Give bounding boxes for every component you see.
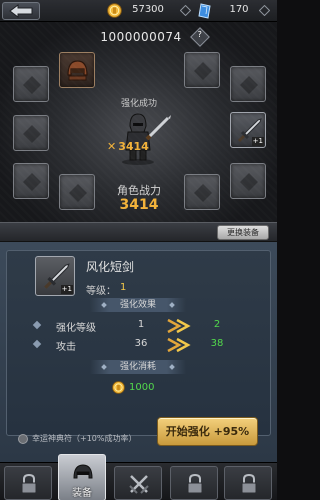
stat-old-value: 36 bbox=[134, 338, 148, 349]
empty-slot-icon bbox=[23, 76, 41, 94]
panel-header: 更换装备 bbox=[0, 222, 277, 242]
lock-icon bbox=[21, 473, 37, 494]
nav-tab-label: 装备 bbox=[72, 488, 92, 499]
empty-slot-icon bbox=[194, 184, 212, 202]
stat-row: 强化等级 1 2 bbox=[30, 318, 260, 334]
lucky-charm-checkbox[interactable] bbox=[18, 434, 28, 444]
bullet-icon bbox=[32, 320, 42, 330]
power-gain: ✕ 3414 bbox=[107, 140, 149, 153]
gem-count: 170 bbox=[229, 4, 249, 15]
equip-slot-helmet[interactable] bbox=[59, 52, 95, 88]
lock-icon bbox=[187, 473, 203, 494]
gold-coin-icon bbox=[112, 381, 125, 394]
item-plus-badge: +1 bbox=[60, 285, 73, 294]
knight-character bbox=[122, 113, 171, 165]
character-power-label: 角色战力 bbox=[117, 184, 161, 197]
crossed-swords-icon bbox=[129, 475, 149, 494]
lock-icon bbox=[241, 473, 257, 494]
character-id: 1000000074 bbox=[100, 30, 182, 44]
empty-slot-icon bbox=[23, 125, 41, 143]
equip-slot-empty[interactable] bbox=[13, 66, 49, 102]
character-power-value: 3414 bbox=[119, 197, 159, 213]
blue-gem-icon bbox=[198, 3, 211, 19]
back-button[interactable] bbox=[2, 2, 40, 20]
item-level-label: 等级： bbox=[86, 286, 116, 297]
bottom-nav: 装备 bbox=[0, 454, 277, 500]
lucky-charm-label: 幸运神典符（+10%成功率） bbox=[32, 434, 137, 443]
bullet-icon bbox=[32, 339, 42, 349]
arrow-right-icon bbox=[167, 337, 191, 353]
item-level-value: 1 bbox=[120, 282, 127, 293]
empty-slot-icon bbox=[240, 76, 258, 94]
equip-slot-empty[interactable] bbox=[230, 66, 266, 102]
empty-slot-icon bbox=[69, 184, 87, 202]
nav-tab-locked[interactable] bbox=[4, 466, 52, 500]
selected-item-slot[interactable]: +1 bbox=[35, 256, 75, 296]
character-scene: 1000000074 ? +1 强化成功 ✕ 3414 角色战力 3414 bbox=[0, 22, 277, 222]
empty-slot-icon bbox=[240, 173, 258, 191]
arrow-right-icon bbox=[167, 318, 191, 334]
coin-count: 57300 bbox=[132, 4, 164, 15]
back-arrow-icon bbox=[9, 4, 33, 18]
start-enhance-button[interactable]: 开始强化 +95% bbox=[157, 417, 258, 446]
weapon-plus-badge: +1 bbox=[251, 137, 264, 146]
stat-label: 攻击 bbox=[56, 342, 76, 353]
change-equipment-button[interactable]: 更换装备 bbox=[217, 225, 269, 240]
equip-slot-empty[interactable] bbox=[184, 174, 220, 210]
helmet-icon bbox=[73, 464, 93, 479]
nav-tab-locked[interactable] bbox=[224, 466, 272, 500]
enhance-effect-title: 强化效果 bbox=[90, 298, 186, 312]
nav-tab-locked[interactable] bbox=[170, 466, 218, 500]
top-bar: 57300 170 bbox=[0, 0, 277, 22]
equip-slot-empty[interactable] bbox=[184, 52, 220, 88]
equip-slot-empty[interactable] bbox=[230, 163, 266, 199]
stat-label: 强化等级 bbox=[56, 323, 96, 334]
diamond-divider-icon bbox=[259, 5, 270, 16]
diamond-divider-icon bbox=[180, 5, 191, 16]
empty-slot-icon bbox=[23, 173, 41, 191]
cost-value: 1000 bbox=[129, 382, 155, 393]
stat-new-value: 2 bbox=[213, 319, 221, 330]
equip-slot-empty[interactable] bbox=[59, 174, 95, 210]
equip-slot-weapon[interactable]: +1 bbox=[230, 112, 266, 148]
equip-slot-empty[interactable] bbox=[13, 163, 49, 199]
helmet-icon bbox=[67, 60, 88, 81]
nav-tab-swords[interactable] bbox=[114, 466, 162, 500]
empty-slot-icon bbox=[194, 62, 212, 80]
help-badge[interactable]: ? bbox=[190, 27, 210, 47]
enhance-cost-title: 强化消耗 bbox=[90, 360, 186, 374]
stat-row: 攻击 36 38 bbox=[30, 337, 260, 353]
game-screen: 57300 170 1000000074 ? +1 强化成功 ✕ 3414 角色… bbox=[0, 0, 277, 500]
nav-tab-equipment[interactable]: 装备 bbox=[58, 454, 106, 500]
stat-new-value: 38 bbox=[210, 338, 224, 349]
gold-coin-icon bbox=[107, 3, 122, 18]
stat-old-value: 1 bbox=[137, 319, 145, 330]
item-name: 风化短剑 bbox=[86, 260, 135, 274]
equip-slot-empty[interactable] bbox=[13, 115, 49, 151]
